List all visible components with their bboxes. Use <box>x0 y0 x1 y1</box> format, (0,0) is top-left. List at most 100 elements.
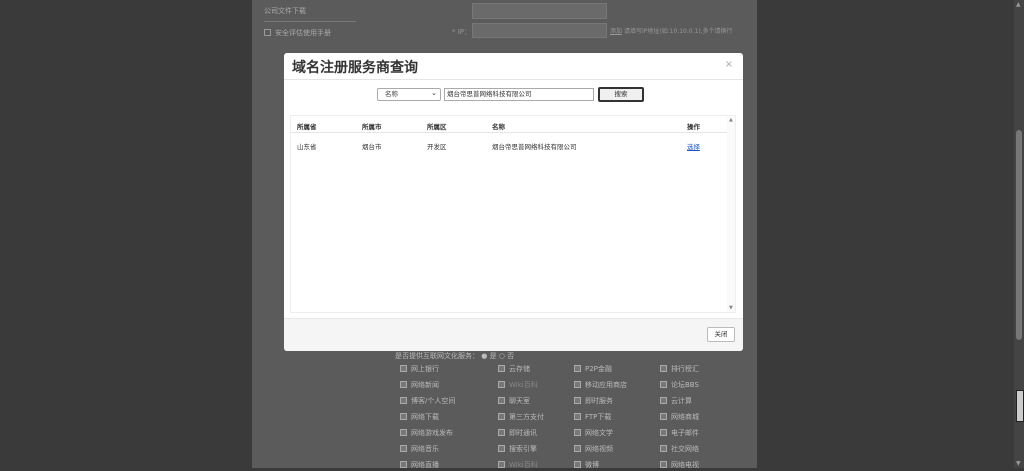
table-row: 山东省 烟台市 开发区 烟台帝思普网络科技有限公司 选择 <box>291 138 727 152</box>
service-checkbox[interactable]: P2P金融 <box>574 364 660 375</box>
checkbox-icon <box>660 413 667 420</box>
checkbox-icon <box>400 429 407 436</box>
scroll-up-icon[interactable]: ▲ <box>1016 1 1021 8</box>
service-checkbox[interactable]: 搜索引擎 <box>498 444 574 455</box>
checkbox-label: 即时通讯 <box>509 429 537 437</box>
service-checkbox[interactable]: 网络游戏发布 <box>400 428 498 439</box>
ip-label: * IP： <box>452 28 472 36</box>
checkbox-label: 网络游戏发布 <box>411 429 453 437</box>
checkbox-label: 社交网络 <box>671 445 699 453</box>
service-checkbox[interactable]: 社交网络 <box>660 444 746 455</box>
side-item-manual[interactable]: 安全评估使用手册 <box>264 28 331 38</box>
radio-yes[interactable]: ● 是 <box>481 352 496 360</box>
search-button[interactable]: 搜索 <box>598 87 644 102</box>
table-scrollbar[interactable]: ▲ ▼ <box>727 116 735 312</box>
checkbox-icon <box>660 461 667 468</box>
service-checkbox[interactable]: 云存储 <box>498 364 574 375</box>
service-checkbox[interactable]: 即时服务 <box>574 396 660 407</box>
cell-province: 山东省 <box>297 143 317 151</box>
service-checkbox[interactable]: 电子邮件 <box>660 428 746 439</box>
service-checkbox[interactable]: 网络视频 <box>574 444 660 455</box>
divider <box>284 79 743 80</box>
search-field-select[interactable]: 名称 ⌄ <box>377 88 441 101</box>
cell-district: 开发区 <box>427 143 447 151</box>
checkbox-icon <box>660 365 667 372</box>
checkbox-label: 网络商城 <box>671 413 699 421</box>
checkbox-icon <box>574 381 581 388</box>
service-checkbox[interactable]: 网络文学 <box>574 428 660 439</box>
service-checkbox[interactable]: FTP下载 <box>574 412 660 423</box>
service-checkbox[interactable]: 网络商城 <box>660 412 746 423</box>
checkbox-label: 聊天室 <box>509 397 530 405</box>
table-header: 所属省 所属市 所属区 名称 操作 <box>291 118 727 133</box>
checkbox-icon <box>574 365 581 372</box>
checkbox-label: 网上银行 <box>411 365 439 373</box>
checkbox-label: 网络文学 <box>585 429 613 437</box>
checkbox-label: Wiki百科 <box>509 381 538 389</box>
cell-name: 烟台帝思普网络科技有限公司 <box>492 143 577 151</box>
header-province: 所属省 <box>297 123 317 131</box>
chevron-down-icon: ⌄ <box>431 89 437 97</box>
scroll-down-icon[interactable]: ▼ <box>729 305 733 311</box>
select-link[interactable]: 选择 <box>687 141 700 151</box>
radio-no[interactable]: ○ 否 <box>499 352 514 360</box>
checkbox-icon <box>400 381 407 388</box>
checkbox-icon <box>400 445 407 452</box>
header-city: 所属市 <box>362 123 382 131</box>
service-checkbox[interactable]: 网络直播 <box>400 460 498 471</box>
checkbox-label: 网络新闻 <box>411 381 439 389</box>
header-action: 操作 <box>687 123 700 131</box>
scroll-thumb[interactable] <box>1016 130 1022 340</box>
service-checkbox[interactable]: 聊天室 <box>498 396 574 407</box>
service-checkbox[interactable]: 网络电视 <box>660 460 746 471</box>
checkbox-icon <box>400 413 407 420</box>
service-checkbox[interactable]: 论坛BBS <box>660 380 746 391</box>
edge-widget[interactable] <box>1016 390 1024 422</box>
scroll-up-icon[interactable]: ▲ <box>729 117 733 123</box>
checkbox-label: FTP下载 <box>585 413 612 421</box>
checkbox-icon <box>400 397 407 404</box>
service-checkbox[interactable]: 网上银行 <box>400 364 498 375</box>
service-checkbox[interactable]: 网络新闻 <box>400 380 498 391</box>
service-checkbox[interactable]: 博客/个人空间 <box>400 396 498 407</box>
checkbox-icon <box>400 461 407 468</box>
header-name: 名称 <box>492 123 505 131</box>
close-icon[interactable]: × <box>725 59 733 70</box>
checkbox-icon <box>498 365 505 372</box>
checkbox-label: 博客/个人空间 <box>411 397 456 405</box>
service-checkbox[interactable]: 网络音乐 <box>400 444 498 455</box>
question-label: 是否提供互联网文化服务： <box>395 352 479 360</box>
checkbox-icon <box>574 461 581 468</box>
service-checkbox[interactable]: 微博 <box>574 460 660 471</box>
checkbox-label: 网络视频 <box>585 445 613 453</box>
service-type-grid: 网上银行 云存储 P2P金融 排行榜汇网络新闻 Wiki百科 移动应用商店 论坛BBS 博客/… <box>400 364 746 471</box>
service-checkbox[interactable]: 移动应用商店 <box>574 380 660 391</box>
checkbox-label: 即时服务 <box>585 397 613 405</box>
checkbox-label: 排行榜汇 <box>671 365 699 373</box>
checkbox-label: 论坛BBS <box>671 381 699 389</box>
checkbox-icon <box>574 429 581 436</box>
checkbox-icon <box>660 429 667 436</box>
ip-add-link[interactable]: 添加 <box>610 28 622 35</box>
checkbox-icon <box>498 429 505 436</box>
culture-service-question: 是否提供互联网文化服务： ● 是 ○ 否 <box>395 351 514 361</box>
service-checkbox[interactable]: Wiki百科 <box>498 380 574 391</box>
radio-no-label: 否 <box>507 352 515 360</box>
service-checkbox[interactable]: Wiki百科 <box>498 460 574 471</box>
service-checkbox[interactable]: 第三方支付 <box>498 412 574 423</box>
service-checkbox[interactable]: 云计算 <box>660 396 746 407</box>
background-select[interactable] <box>472 3 607 19</box>
service-checkbox[interactable]: 即时通讯 <box>498 428 574 439</box>
scroll-down-icon[interactable]: ▼ <box>1016 460 1021 467</box>
checkbox-icon <box>498 397 505 404</box>
checkbox-label: 移动应用商店 <box>585 381 627 389</box>
ip-input[interactable] <box>472 23 607 38</box>
service-checkbox[interactable]: 网络下载 <box>400 412 498 423</box>
checkbox-icon <box>660 445 667 452</box>
search-input[interactable]: 烟台帝思普网络科技有限公司 <box>444 88 594 101</box>
service-checkbox[interactable]: 排行榜汇 <box>660 364 746 375</box>
checkbox-label: 云计算 <box>671 397 692 405</box>
radio-yes-label: 是 <box>489 352 497 360</box>
checkbox-label: 第三方支付 <box>509 413 544 421</box>
close-button[interactable]: 关闭 <box>707 327 735 342</box>
